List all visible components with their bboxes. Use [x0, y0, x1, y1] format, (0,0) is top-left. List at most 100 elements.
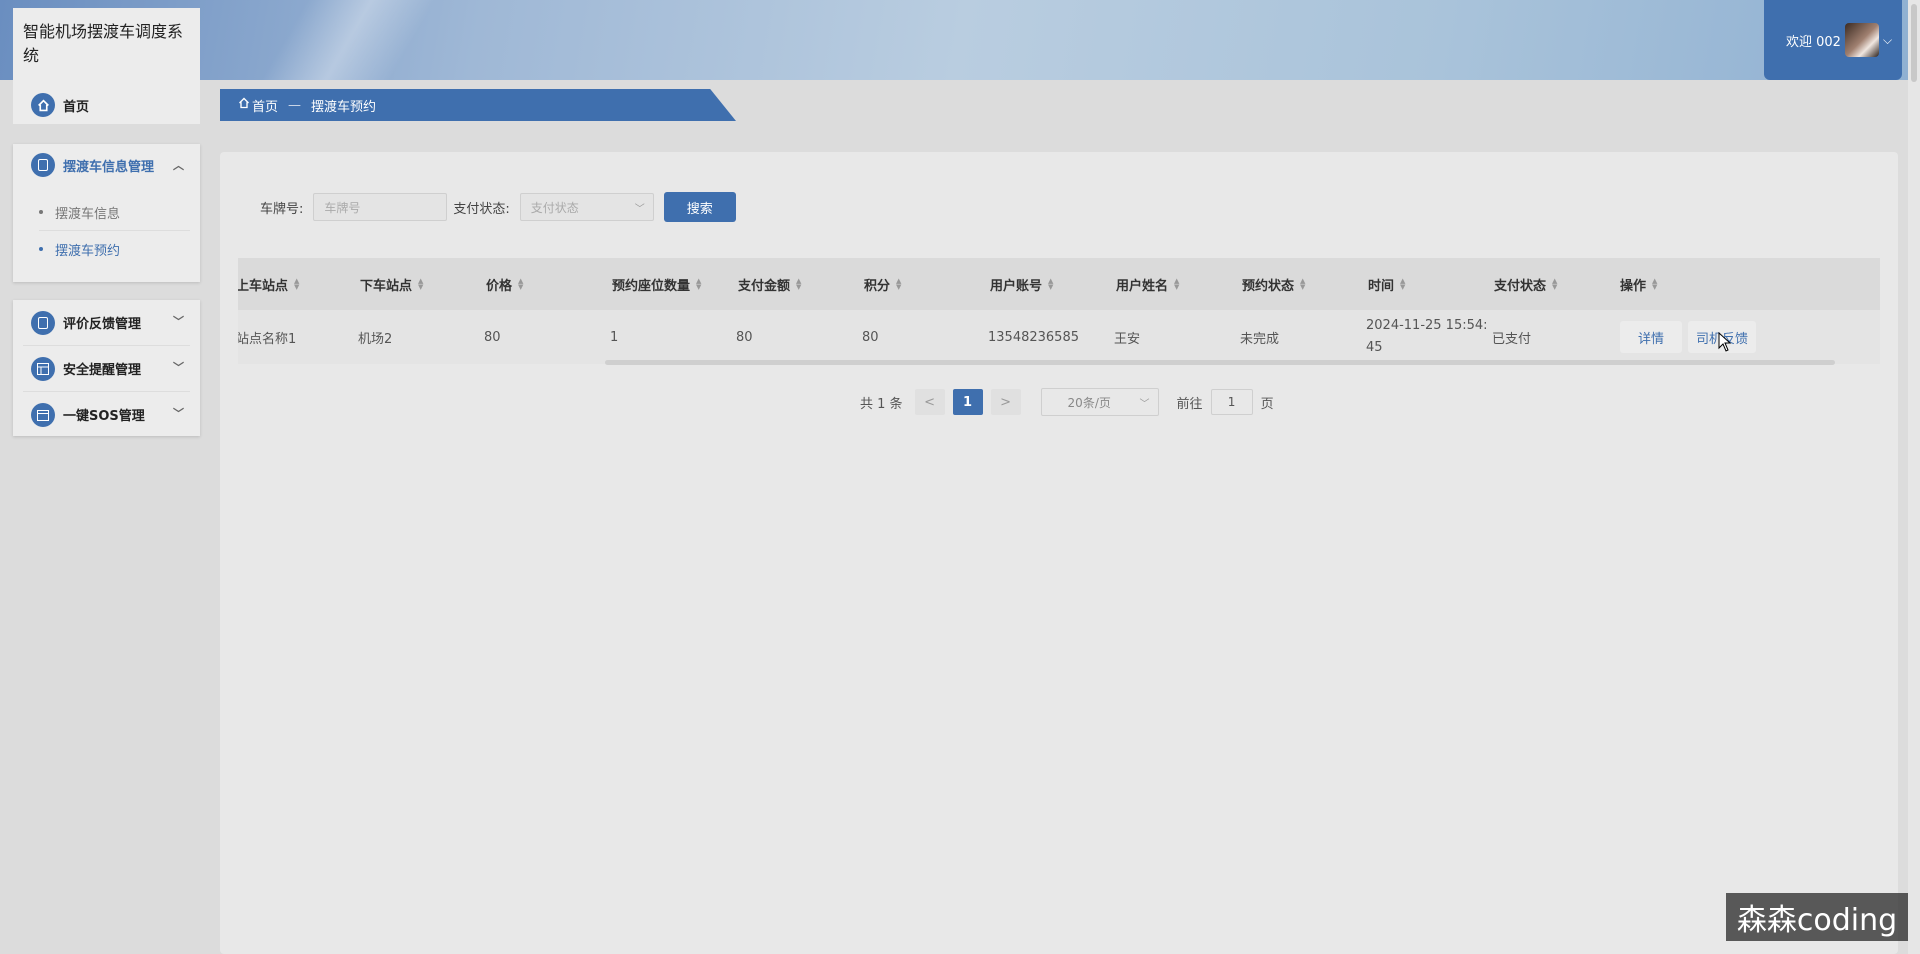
sidebar-item-label: 摆渡车预约 — [55, 243, 121, 259]
feedback-icon — [31, 310, 55, 335]
page-size-select[interactable]: 20条/页 ﹀ — [1040, 388, 1159, 416]
plate-label: 车牌号: — [260, 201, 304, 217]
sort-icon[interactable]: ▲ ▼ — [1300, 278, 1306, 291]
column-label: 操作 — [1620, 278, 1647, 294]
column-label: 下车站点 — [360, 278, 413, 294]
page-number[interactable]: 1 — [952, 389, 983, 415]
cell-account: 13548236585 — [988, 329, 1079, 345]
sidebar-group-label: 评价反馈管理 — [63, 317, 142, 332]
cell-booking-status: 未完成 — [1240, 331, 1280, 347]
col-username[interactable]: 用户姓名 ▲ ▼ — [1116, 258, 1180, 310]
col-dropoff[interactable]: 下车站点 ▲ ▼ — [360, 258, 424, 310]
plate-input[interactable]: 车牌号 — [313, 193, 448, 221]
sort-icon[interactable]: ▲ ▼ — [518, 278, 524, 291]
time-line: 45 — [1366, 340, 1383, 355]
main-panel: 车牌号: 车牌号 支付状态: 支付状态 ﹀ 搜索 上车站点 ▲ ▼ 下车站点 ▲ ▼ 价… — [220, 152, 1898, 954]
col-amount[interactable]: 支付金额 ▲ ▼ — [738, 258, 802, 310]
sort-icon[interactable]: ▲ ▼ — [418, 278, 424, 291]
cell-dropoff: 机场2 — [358, 331, 393, 347]
col-pay-status[interactable]: 支付状态 ▲ ▼ — [1494, 258, 1558, 310]
col-price[interactable]: 价格 ▲ ▼ — [486, 258, 524, 310]
sort-icon[interactable]: ▲ ▼ — [294, 278, 300, 291]
breadcrumb-current: 摆渡车预约 — [311, 99, 377, 115]
chevron-down-icon: ﹀ — [1139, 398, 1150, 410]
search-form: 车牌号: 车牌号 支付状态: 支付状态 ﹀ 搜索 — [260, 192, 736, 222]
sort-icon[interactable]: ▲ ▼ — [1174, 278, 1180, 291]
pagination: 共 1 条 < 1 > 20条/页 ﹀ 前往 1 页 — [860, 388, 1274, 416]
sidebar-item-label: 首页 — [63, 99, 90, 115]
col-time[interactable]: 时间 ▲ ▼ — [1368, 258, 1406, 310]
sort-icon[interactable]: ▲ ▼ — [1552, 278, 1558, 291]
sort-icon[interactable]: ▲ ▼ — [1652, 278, 1658, 291]
chevron-down-icon[interactable]: ⌵ — [1883, 33, 1892, 48]
cell-time: 2024-11-25 15:54: 45 — [1366, 310, 1488, 364]
col-seats[interactable]: 预约座位数量 ▲ ▼ — [612, 258, 702, 310]
scrollbar-thumb[interactable] — [1911, 4, 1917, 82]
header-decoration — [180, 0, 560, 80]
column-label: 时间 — [1368, 278, 1395, 294]
breadcrumb-separator: — — [288, 97, 302, 113]
avatar[interactable] — [1844, 23, 1879, 57]
table-row: 站点名称1 机场2 80 1 80 80 13548236585 王安 未完成 … — [238, 310, 1880, 364]
home-icon — [31, 93, 55, 117]
goto-label: 前往 — [1176, 396, 1203, 412]
bullet-icon — [39, 210, 43, 214]
column-label: 支付金额 — [738, 278, 791, 294]
sort-icon[interactable]: ▲ ▼ — [1048, 278, 1054, 291]
cell-price: 80 — [484, 329, 501, 345]
welcome-text: 欢迎 002 — [1786, 34, 1841, 50]
col-actions[interactable]: 操作 ▲ ▼ — [1620, 258, 1658, 310]
col-booking-status[interactable]: 预约状态 ▲ ▼ — [1242, 258, 1306, 310]
home-icon — [238, 97, 250, 113]
table-header: 上车站点 ▲ ▼ 下车站点 ▲ ▼ 价格 ▲ ▼ 预约座位数量 ▲ ▼ 支付金额 ▲ ▼ 积分 ▲ ▼ … — [238, 258, 1880, 310]
sidebar-item-shuttle-info[interactable]: 摆渡车信息 — [13, 194, 200, 230]
user-menu[interactable]: 欢迎 002 ⌵ — [1764, 0, 1902, 80]
column-label: 积分 — [864, 278, 891, 294]
total-count: 共 1 条 — [860, 396, 903, 412]
sort-icon[interactable]: ▲ ▼ — [1400, 278, 1406, 291]
pay-status-label: 支付状态: — [453, 201, 510, 217]
sort-icon[interactable]: ▲ ▼ — [896, 278, 902, 291]
sidebar-group-label: 一键SOS管理 — [63, 409, 145, 424]
prev-page-button[interactable]: < — [914, 389, 945, 415]
column-label: 预约状态 — [1242, 278, 1295, 294]
breadcrumb-home[interactable]: 首页 — [252, 96, 278, 115]
sidebar-group-safety[interactable]: 安全提醒管理 ﹀ — [13, 346, 200, 391]
page-size-value: 20条/页 — [1067, 395, 1111, 410]
col-pickup[interactable]: 上车站点 ▲ ▼ — [238, 258, 300, 310]
chevron-down-icon: ﹀ — [173, 315, 184, 328]
sidebar-item-shuttle-booking[interactable]: 摆渡车预约 — [13, 231, 200, 267]
sidebar-group-header[interactable]: 摆渡车信息管理 ︿ — [13, 144, 200, 186]
cell-seats: 1 — [610, 329, 619, 345]
sidebar-group-feedback[interactable]: 评价反馈管理 ﹀ — [13, 300, 200, 345]
watermark: 森森coding — [1726, 893, 1908, 941]
bullet-icon — [39, 247, 43, 251]
sort-icon[interactable]: ▲ ▼ — [796, 278, 802, 291]
time-line: 2024-11-25 15:54: — [1366, 318, 1488, 333]
search-button[interactable]: 搜索 — [663, 192, 736, 222]
document-icon — [31, 153, 55, 177]
chevron-down-icon: ﹀ — [173, 361, 184, 374]
col-account[interactable]: 用户账号 ▲ ▼ — [990, 258, 1054, 310]
column-label: 预约座位数量 — [612, 278, 691, 294]
page-scrollbar[interactable] — [1908, 0, 1920, 954]
sidebar-item-label: 摆渡车信息 — [55, 206, 121, 222]
chevron-down-icon: ﹀ — [634, 203, 645, 215]
column-label: 用户账号 — [990, 278, 1043, 294]
sidebar-item-home[interactable]: 首页 — [13, 86, 200, 124]
col-points[interactable]: 积分 ▲ ▼ — [864, 258, 902, 310]
breadcrumb: 首页 — 摆渡车预约 — [220, 89, 736, 121]
detail-button[interactable]: 详情 — [1620, 321, 1683, 353]
pay-status-select[interactable]: 支付状态 ﹀ — [519, 193, 654, 221]
sidebar-collapsed-groups: 评价反馈管理 ﹀ 安全提醒管理 ﹀ 一键SOS管理 ﹀ — [13, 300, 200, 436]
sidebar-group-sos[interactable]: 一键SOS管理 ﹀ — [13, 392, 200, 437]
top-header — [0, 0, 1920, 80]
calendar-icon — [31, 402, 55, 427]
next-page-button[interactable]: > — [990, 389, 1021, 415]
cell-amount: 80 — [736, 329, 753, 345]
goto-page-input[interactable]: 1 — [1210, 389, 1253, 415]
table-horizontal-scrollbar[interactable] — [605, 360, 1835, 365]
sort-icon[interactable]: ▲ ▼ — [696, 278, 702, 291]
sidebar-group-shuttle-info: 摆渡车信息管理 ︿ 摆渡车信息 摆渡车预约 — [13, 144, 200, 282]
column-label: 支付状态 — [1494, 278, 1547, 294]
